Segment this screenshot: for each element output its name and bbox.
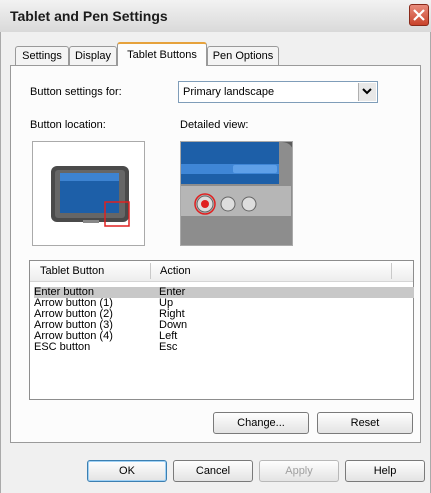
column-header-action[interactable]: Action: [160, 265, 191, 277]
change-button[interactable]: Change...: [213, 412, 309, 434]
button-settings-value: Primary landscape: [183, 86, 275, 98]
detailed-view-label: Detailed view:: [180, 119, 249, 131]
window-title: Tablet and Pen Settings: [10, 8, 168, 24]
button-location-image: [32, 141, 145, 246]
cancel-button[interactable]: Cancel: [173, 460, 253, 482]
detailed-buttons-illustration: [181, 142, 292, 245]
ok-button[interactable]: OK: [87, 460, 167, 482]
title-bar: Tablet and Pen Settings: [0, 0, 431, 33]
apply-button[interactable]: Apply: [259, 460, 339, 482]
close-button[interactable]: [409, 4, 429, 26]
button-location-label: Button location:: [30, 119, 106, 131]
tab-tablet-buttons[interactable]: Tablet Buttons: [117, 42, 207, 66]
tab-pen-options[interactable]: Pen Options: [207, 46, 279, 65]
cell-tablet-button: ESC button: [34, 341, 91, 353]
column-header-tablet-button[interactable]: Tablet Button: [40, 265, 104, 277]
close-icon: [413, 9, 425, 21]
cell-action: Esc: [159, 341, 178, 353]
dropdown-arrow-button[interactable]: [358, 83, 376, 101]
button-settings-dropdown[interactable]: Primary landscape: [178, 81, 378, 103]
detailed-view-image: [180, 141, 293, 246]
table-row[interactable]: Arrow button (4) Left: [34, 331, 414, 342]
tab-display[interactable]: Display: [69, 46, 117, 65]
chevron-down-icon: [362, 88, 372, 95]
tablet-pc-illustration: [51, 166, 130, 227]
column-divider: [150, 263, 151, 279]
help-button[interactable]: Help: [345, 460, 425, 482]
button-settings-label: Button settings for:: [30, 86, 122, 98]
table-row[interactable]: ESC button Esc: [34, 342, 414, 353]
tablet-buttons-list[interactable]: Tablet Button Action Enter button Enter …: [29, 260, 414, 400]
list-header: Tablet Button Action: [30, 261, 413, 282]
column-divider: [391, 263, 392, 279]
tab-settings[interactable]: Settings: [15, 46, 69, 65]
reset-button[interactable]: Reset: [317, 412, 413, 434]
